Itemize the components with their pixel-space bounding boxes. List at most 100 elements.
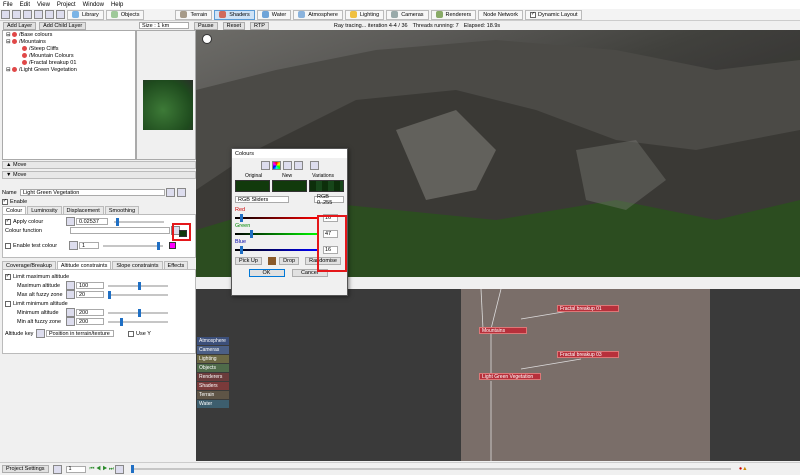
node-fractal-breakup-01[interactable]: Fractal breakup 01 bbox=[557, 305, 619, 312]
tab-coverage[interactable]: Coverage/Breakup bbox=[2, 261, 56, 269]
warning-icon[interactable]: ▲ bbox=[742, 466, 747, 472]
help-icon[interactable] bbox=[177, 188, 186, 197]
min-fuzzy-slider-knob[interactable] bbox=[120, 317, 123, 326]
tab-library[interactable]: Library bbox=[67, 9, 104, 20]
tab-objects[interactable]: Objects bbox=[105, 9, 145, 20]
noise-icon[interactable] bbox=[66, 217, 75, 226]
picker-icon[interactable] bbox=[293, 161, 303, 170]
max-fuzzy-slider-knob[interactable] bbox=[108, 290, 111, 299]
pause-button[interactable]: Pause bbox=[194, 21, 218, 30]
tab-renderers[interactable]: Renderers bbox=[430, 9, 477, 20]
ok-button[interactable]: OK bbox=[248, 269, 285, 277]
min-fuzzy-value[interactable]: 200 bbox=[76, 318, 104, 325]
refresh-icon[interactable] bbox=[166, 188, 175, 197]
tab-luminosity[interactable]: Luminosity bbox=[27, 206, 62, 214]
menu-window[interactable]: Window bbox=[83, 2, 104, 8]
new-file-icon[interactable] bbox=[1, 10, 10, 19]
node-fractal-breakup-03[interactable]: Fractal breakup 03 bbox=[557, 351, 619, 358]
enable-checkbox[interactable]: ✓ bbox=[2, 198, 8, 205]
blue-slider-knob[interactable] bbox=[240, 245, 244, 254]
apply-colour-slider[interactable] bbox=[114, 217, 164, 226]
altitude-key-select[interactable]: Position in terrain/texture bbox=[46, 330, 114, 337]
add-layer-button[interactable]: Add Layer bbox=[3, 21, 37, 30]
apply-colour-checkbox[interactable]: ✓ bbox=[5, 218, 11, 225]
tab-shaders[interactable]: Shaders bbox=[214, 9, 255, 20]
colour-function-field[interactable] bbox=[70, 227, 170, 234]
max-fuzzy-slider[interactable] bbox=[108, 290, 168, 299]
settings-icon[interactable] bbox=[56, 10, 65, 19]
layer-tree-item[interactable]: ⊟/Light Green Vegetation bbox=[3, 66, 135, 73]
menu-view[interactable]: View bbox=[37, 2, 50, 8]
frame-field[interactable]: 1 bbox=[65, 465, 86, 473]
tab-node-network[interactable]: Node Network bbox=[478, 9, 524, 20]
tab-slope[interactable]: Slope constraints bbox=[112, 261, 163, 269]
colour-mode-select[interactable]: RGB Sliders bbox=[235, 196, 289, 203]
camera-icon[interactable] bbox=[52, 464, 62, 474]
node-light-green-vegetation[interactable]: Light Green Vegetation bbox=[479, 373, 541, 380]
max-alt-value[interactable]: 100 bbox=[76, 282, 104, 289]
apply-colour-slider-knob[interactable] bbox=[116, 217, 119, 226]
green-slider[interactable] bbox=[235, 229, 319, 238]
timeline-slider[interactable] bbox=[130, 465, 731, 473]
tab-water[interactable]: Water bbox=[256, 9, 292, 20]
tab-atmosphere[interactable]: Atmosphere bbox=[293, 9, 343, 20]
move-up-button[interactable]: ▲ Move bbox=[2, 161, 196, 169]
playback-controls-icon[interactable]: ⏮ ◀ ▶ ⏭ bbox=[90, 466, 114, 473]
size-dropdown[interactable]: Size : 1 km bbox=[139, 22, 189, 29]
rtp-button[interactable]: RTP bbox=[249, 21, 269, 30]
layer-tree-item[interactable]: ⊟/Base colours bbox=[3, 31, 135, 38]
tab-altitude[interactable]: Altitude constraints bbox=[56, 261, 112, 269]
min-fuzzy-icon[interactable] bbox=[66, 317, 75, 326]
menu-help[interactable]: Help bbox=[111, 2, 123, 8]
limit-min-checkbox[interactable] bbox=[5, 300, 11, 307]
green-slider-knob[interactable] bbox=[249, 229, 253, 238]
save-icon[interactable] bbox=[23, 10, 32, 19]
colour-range-select[interactable]: RGB 0..255 bbox=[314, 194, 344, 206]
max-alt-slider-knob[interactable] bbox=[138, 281, 141, 290]
node-mountains[interactable]: Mountains bbox=[479, 327, 527, 334]
add-child-layer-button[interactable]: Add Child Layer bbox=[39, 21, 87, 30]
min-alt-slider-knob[interactable] bbox=[138, 308, 141, 317]
min-alt-slider[interactable] bbox=[108, 308, 168, 317]
compass-icon[interactable] bbox=[202, 34, 212, 44]
open-file-icon[interactable] bbox=[12, 10, 21, 19]
layer-tree-item[interactable]: ⊟/Mountains bbox=[3, 38, 135, 45]
red-slider-knob[interactable] bbox=[240, 213, 244, 222]
reset-button[interactable]: Reset bbox=[222, 21, 245, 30]
limit-max-checkbox[interactable]: ✓ bbox=[5, 273, 11, 280]
min-alt-value[interactable]: 200 bbox=[76, 309, 104, 316]
tab-lighting[interactable]: Lighting bbox=[344, 9, 385, 20]
eyedropper-icon[interactable] bbox=[309, 161, 319, 170]
layer-tree-item[interactable]: /Mountain Colours bbox=[3, 52, 135, 59]
min-fuzzy-slider[interactable] bbox=[108, 317, 168, 326]
alt-key-icon[interactable] bbox=[36, 329, 45, 338]
tab-effects[interactable]: Effects bbox=[163, 261, 189, 269]
test-colour-swatch[interactable] bbox=[169, 242, 176, 249]
project-settings-button[interactable]: Project Settings bbox=[2, 465, 49, 473]
min-alt-icon[interactable] bbox=[66, 308, 75, 317]
dynamic-layout-checkbox[interactable]: ✓ bbox=[530, 11, 537, 18]
menu-file[interactable]: File bbox=[3, 2, 13, 8]
tab-smoothing[interactable]: Smoothing bbox=[104, 206, 140, 214]
menu-project[interactable]: Project bbox=[57, 2, 76, 8]
use-y-checkbox[interactable] bbox=[128, 330, 134, 337]
layer-name-input[interactable]: Light Green Vegetation bbox=[20, 189, 165, 196]
move-down-button[interactable]: ▼ Move bbox=[2, 171, 196, 179]
rgb-sliders-icon[interactable] bbox=[260, 161, 270, 170]
max-alt-icon[interactable] bbox=[66, 281, 75, 290]
tab-displacement[interactable]: Displacement bbox=[62, 206, 104, 214]
layer-tree-item[interactable]: /Steep Cliffs bbox=[3, 45, 135, 52]
keyframe-icon[interactable] bbox=[114, 464, 124, 474]
test-colour-value[interactable]: 1 bbox=[79, 242, 99, 249]
max-fuzzy-value[interactable]: 20 bbox=[76, 291, 104, 298]
timeline-knob[interactable] bbox=[130, 465, 134, 473]
layer-tree-item[interactable]: /Fractal breakup 01 bbox=[3, 59, 135, 66]
render-preview-icon[interactable] bbox=[45, 10, 54, 19]
test-colour-slider[interactable] bbox=[103, 241, 163, 250]
test-colour-slider-knob[interactable] bbox=[157, 241, 160, 250]
max-fuzzy-icon[interactable] bbox=[66, 290, 75, 299]
apply-colour-value[interactable]: 0.02537 bbox=[76, 218, 108, 225]
palette-icon[interactable] bbox=[282, 161, 292, 170]
node-canvas[interactable]: Fractal breakup 01 Mountains Fractal bre… bbox=[461, 289, 710, 461]
noise-icon-2[interactable] bbox=[69, 241, 78, 250]
